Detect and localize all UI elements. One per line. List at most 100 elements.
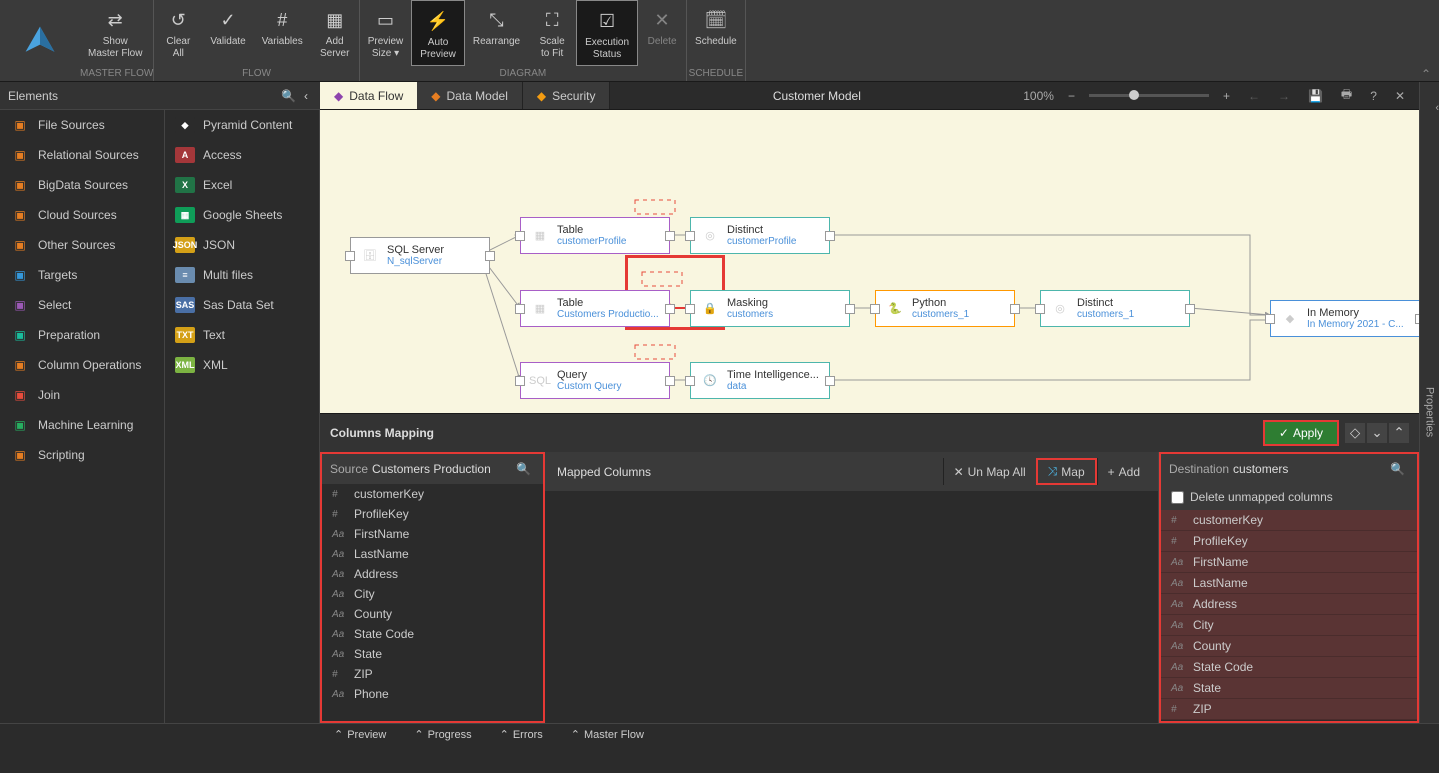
source-col-profilekey[interactable]: #ProfileKey [322,504,543,524]
element-category-machine-learning[interactable]: ▣Machine Learning [0,410,164,440]
input-port[interactable] [685,231,695,241]
nav-fwd-icon[interactable]: → [1274,87,1294,105]
ribbon-variables-button[interactable]: #Variables [254,0,311,66]
dest-col-county[interactable]: AaCounty [1161,636,1417,657]
dest-col-customerkey[interactable]: #customerKey [1161,510,1417,531]
output-port[interactable] [1010,304,1020,314]
dest-col-city[interactable]: AaCity [1161,615,1417,636]
source-sas-data-set[interactable]: SASSas Data Set [165,290,319,320]
node-query[interactable]: SQLQueryCustom Query [520,362,670,399]
dest-col-address[interactable]: AaAddress [1161,594,1417,615]
source-access[interactable]: AAccess [165,140,319,170]
ribbon-show-master-flow-button[interactable]: ⇄ShowMaster Flow [80,0,150,66]
unmap-all-button[interactable]: ✕ Un Map All [943,458,1036,485]
search-icon[interactable]: 🔍 [512,460,535,478]
input-port[interactable] [515,304,525,314]
source-col-state-code[interactable]: AaState Code [322,624,543,644]
properties-panel-collapsed[interactable]: ‹ Properties [1419,82,1439,723]
ribbon-preview-size-button[interactable]: ▭PreviewSize ▾ [360,0,412,66]
node-inmemory[interactable]: ◆In MemoryIn Memory 2021 - C... [1270,300,1419,337]
dest-col-zip[interactable]: #ZIP [1161,699,1417,720]
nav-down-icon[interactable]: ⌄ [1367,423,1387,443]
bottom-tab-progress[interactable]: ⌃Progress [400,724,485,745]
element-category-other-sources[interactable]: ▣Other Sources [0,230,164,260]
zoom-out-icon[interactable]: − [1064,87,1079,105]
node-sqlserver[interactable]: 🗄SQL ServerN_sqlServer [350,237,490,274]
source-multi-files[interactable]: ≡Multi files [165,260,319,290]
output-port[interactable] [1185,304,1195,314]
tab-data-model[interactable]: ◆Data Model [417,82,523,109]
output-port[interactable] [825,231,835,241]
source-col-city[interactable]: AaCity [322,584,543,604]
node-python[interactable]: 🐍Pythoncustomers_1 [875,290,1015,327]
search-icon[interactable]: 🔍 [1386,460,1409,478]
dest-col-profilekey[interactable]: #ProfileKey [1161,531,1417,552]
source-col-firstname[interactable]: AaFirstName [322,524,543,544]
apply-button[interactable]: ✓ Apply [1263,420,1339,446]
element-category-join[interactable]: ▣Join [0,380,164,410]
ribbon-auto-preview-button[interactable]: ⚡AutoPreview [411,0,465,66]
output-port[interactable] [665,304,675,314]
output-port[interactable] [665,376,675,386]
nav-diamond-icon[interactable]: ◇ [1345,423,1365,443]
source-json[interactable]: JSONJSON [165,230,319,260]
source-col-county[interactable]: AaCounty [322,604,543,624]
source-col-address[interactable]: AaAddress [322,564,543,584]
print-icon[interactable]: 🖶 [1337,83,1356,108]
ribbon-validate-button[interactable]: ✓Validate [202,0,253,66]
nav-back-icon[interactable]: ← [1244,87,1264,105]
nav-up-icon[interactable]: ⌃ [1389,423,1409,443]
node-table2[interactable]: ▦TableCustomers Productio... [520,290,670,327]
dest-col-firstname[interactable]: AaFirstName [1161,552,1417,573]
node-timeint[interactable]: 🕓Time Intelligence...data [690,362,830,399]
help-icon[interactable]: ? [1366,87,1381,105]
source-google-sheets[interactable]: ▦Google Sheets [165,200,319,230]
save-icon[interactable]: 💾 [1304,87,1327,105]
node-distinct2[interactable]: ◎Distinctcustomers_1 [1040,290,1190,327]
element-category-targets[interactable]: ▣Targets [0,260,164,290]
element-category-relational-sources[interactable]: ▣Relational Sources [0,140,164,170]
element-category-preparation[interactable]: ▣Preparation [0,320,164,350]
dest-col-state[interactable]: AaState [1161,678,1417,699]
source-pyramid-content[interactable]: ◆Pyramid Content [165,110,319,140]
bottom-tab-master-flow[interactable]: ⌃Master Flow [557,724,658,745]
dest-col-state-code[interactable]: AaState Code [1161,657,1417,678]
zoom-in-icon[interactable]: + [1219,87,1234,105]
tab-data-flow[interactable]: ◆Data Flow [320,82,417,109]
search-icon[interactable]: 🔍 [277,87,300,105]
source-col-zip[interactable]: #ZIP [322,664,543,684]
input-port[interactable] [685,304,695,314]
add-button[interactable]: + Add [1097,458,1150,485]
output-port[interactable] [845,304,855,314]
source-xml[interactable]: XMLXML [165,350,319,380]
diagram-canvas[interactable]: 🗄SQL ServerN_sqlServer ▦TablecustomerProf… [320,110,1419,413]
element-category-column-operations[interactable]: ▣Column Operations [0,350,164,380]
source-col-lastname[interactable]: AaLastName [322,544,543,564]
collapse-left-icon[interactable]: ‹ [300,87,312,105]
input-port[interactable] [870,304,880,314]
node-distinct1[interactable]: ◎DistinctcustomerProfile [690,217,830,254]
element-category-file-sources[interactable]: ▣File Sources [0,110,164,140]
output-port[interactable] [825,376,835,386]
source-col-customerkey[interactable]: #customerKey [322,484,543,504]
bottom-tab-errors[interactable]: ⌃Errors [486,724,557,745]
ribbon-execution-status-button[interactable]: ☑ExecutionStatus [576,0,638,66]
delete-unmapped-checkbox[interactable] [1171,491,1184,504]
map-button[interactable]: ⤨ Map [1036,458,1097,485]
input-port[interactable] [515,231,525,241]
output-port[interactable] [1415,314,1419,324]
node-table1[interactable]: ▦TablecustomerProfile [520,217,670,254]
input-port[interactable] [1265,314,1275,324]
ribbon-schedule-button[interactable]: 🗓Schedule [687,0,745,66]
input-port[interactable] [685,376,695,386]
ribbon-scale-to-fit-button[interactable]: ⛶Scaleto Fit [528,0,576,66]
tab-security[interactable]: ◆Security [523,82,611,109]
input-port[interactable] [515,376,525,386]
dest-col-lastname[interactable]: AaLastName [1161,573,1417,594]
element-category-select[interactable]: ▣Select [0,290,164,320]
ribbon-expand-icon[interactable]: ⌃ [1413,0,1439,81]
source-text[interactable]: TXTText [165,320,319,350]
output-port[interactable] [485,251,495,261]
element-category-cloud-sources[interactable]: ▣Cloud Sources [0,200,164,230]
ribbon-add-server-button[interactable]: ▦AddServer [311,0,359,66]
